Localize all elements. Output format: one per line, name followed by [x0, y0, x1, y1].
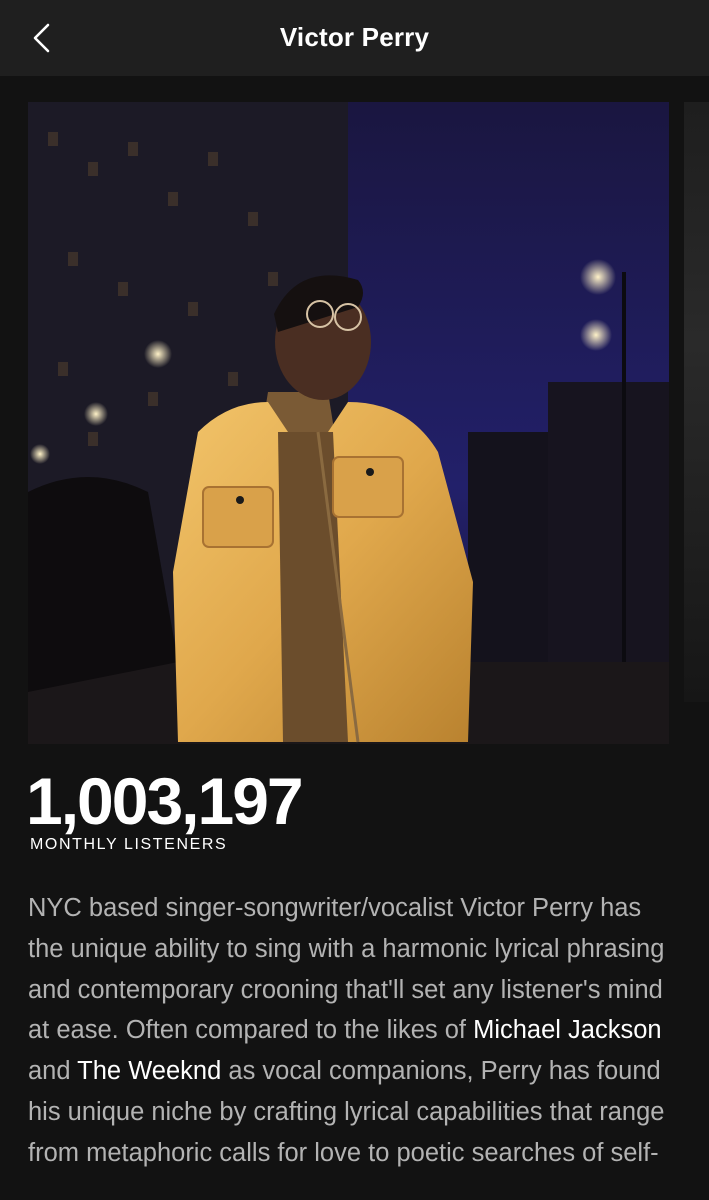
bio-text: and — [28, 1057, 78, 1086]
adjacent-card-edge — [684, 102, 709, 702]
monthly-listeners-label: MONTHLY LISTENERS — [30, 836, 228, 853]
bio-link-michael-jackson[interactable]: Michael Jackson — [473, 1016, 662, 1044]
artist-photo — [28, 102, 669, 744]
monthly-listeners-count: 1,003,197 — [26, 764, 304, 838]
top-bar: Victor Perry — [0, 0, 709, 76]
artist-bio: NYC based singer-songwriter/vocalist Vic… — [28, 888, 678, 1174]
page-title: Victor Perry — [279, 22, 430, 52]
bio-link-the-weeknd[interactable]: The Weeknd — [77, 1057, 221, 1085]
artist-about-page: Victor Perry 1,003,197 MONTHLY LISTENERS… — [0, 0, 709, 1200]
